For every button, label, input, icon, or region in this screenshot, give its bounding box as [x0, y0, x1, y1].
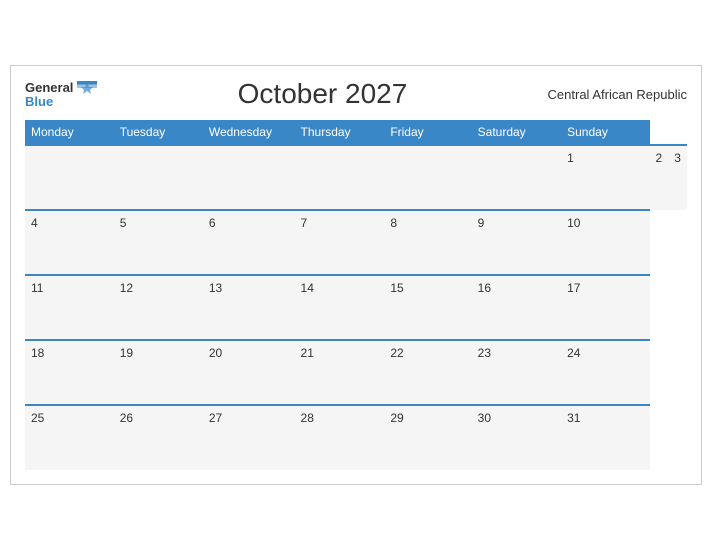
table-row: 6: [203, 210, 295, 275]
header-friday: Friday: [384, 120, 471, 145]
day-number: 24: [567, 346, 580, 360]
day-number: 10: [567, 216, 580, 230]
day-number: 19: [120, 346, 133, 360]
table-row: 31: [561, 405, 649, 470]
day-number: 8: [390, 216, 397, 230]
day-number: 13: [209, 281, 222, 295]
table-row: [114, 145, 203, 210]
header-saturday: Saturday: [472, 120, 561, 145]
table-row: 26: [114, 405, 203, 470]
day-number: 17: [567, 281, 580, 295]
header-thursday: Thursday: [295, 120, 385, 145]
logo-general-text: General: [25, 81, 73, 94]
day-number: 29: [390, 411, 403, 425]
calendar-container: General Blue October 2027 Central Africa…: [10, 65, 702, 485]
table-row: 16: [472, 275, 561, 340]
logo-flag-icon: [77, 81, 97, 95]
day-number: 18: [31, 346, 44, 360]
header-wednesday: Wednesday: [203, 120, 295, 145]
day-number: 23: [478, 346, 491, 360]
table-row: 24: [561, 340, 649, 405]
day-number: 20: [209, 346, 222, 360]
calendar-week-row: 11 12 13 14 15 16 17: [25, 275, 687, 340]
table-row: 4: [25, 210, 114, 275]
weekday-header-row: Monday Tuesday Wednesday Thursday Friday…: [25, 120, 687, 145]
calendar-title: October 2027: [238, 78, 408, 110]
day-number: 25: [31, 411, 44, 425]
day-number: 21: [301, 346, 314, 360]
table-row: 11: [25, 275, 114, 340]
day-number: 22: [390, 346, 403, 360]
table-row: 1: [561, 145, 649, 210]
table-row: 20: [203, 340, 295, 405]
table-row: [384, 145, 471, 210]
table-row: 8: [384, 210, 471, 275]
table-row: 2: [650, 145, 669, 210]
table-row: 12: [114, 275, 203, 340]
table-row: 21: [295, 340, 385, 405]
day-number: 30: [478, 411, 491, 425]
day-number: 27: [209, 411, 222, 425]
day-number: 16: [478, 281, 491, 295]
table-row: 7: [295, 210, 385, 275]
table-row: 15: [384, 275, 471, 340]
calendar-week-row: 4 5 6 7 8 9 10: [25, 210, 687, 275]
table-row: 18: [25, 340, 114, 405]
day-number: 31: [567, 411, 580, 425]
table-row: 10: [561, 210, 649, 275]
table-row: 27: [203, 405, 295, 470]
table-row: 13: [203, 275, 295, 340]
calendar-header: General Blue October 2027 Central Africa…: [25, 78, 687, 110]
header-monday: Monday: [25, 120, 114, 145]
table-row: [295, 145, 385, 210]
day-number: 1: [567, 151, 574, 165]
logo: General Blue: [25, 81, 97, 108]
logo-blue-text: Blue: [25, 95, 97, 108]
day-number: 12: [120, 281, 133, 295]
table-row: 28: [295, 405, 385, 470]
day-number: 6: [209, 216, 216, 230]
table-row: [203, 145, 295, 210]
table-row: 5: [114, 210, 203, 275]
table-row: 22: [384, 340, 471, 405]
table-row: 19: [114, 340, 203, 405]
table-row: 17: [561, 275, 649, 340]
table-row: 14: [295, 275, 385, 340]
table-row: 25: [25, 405, 114, 470]
header-tuesday: Tuesday: [114, 120, 203, 145]
calendar-week-row: 25 26 27 28 29 30 31: [25, 405, 687, 470]
day-number: 9: [478, 216, 485, 230]
day-number: 26: [120, 411, 133, 425]
day-number: 2: [656, 151, 663, 165]
table-row: [472, 145, 561, 210]
day-number: 5: [120, 216, 127, 230]
calendar-week-row: 1 23: [25, 145, 687, 210]
day-number: 4: [31, 216, 38, 230]
table-row: [25, 145, 114, 210]
day-number: 7: [301, 216, 308, 230]
day-number: 14: [301, 281, 314, 295]
day-number: 11: [31, 281, 43, 295]
day-number: 28: [301, 411, 314, 425]
table-row: 23: [472, 340, 561, 405]
table-row: 29: [384, 405, 471, 470]
table-row: 30: [472, 405, 561, 470]
table-row: 9: [472, 210, 561, 275]
table-row: 3: [668, 145, 687, 210]
calendar-country: Central African Republic: [548, 87, 687, 102]
header-sunday: Sunday: [561, 120, 649, 145]
calendar-table: Monday Tuesday Wednesday Thursday Friday…: [25, 120, 687, 470]
day-number: 3: [674, 151, 681, 165]
day-number: 15: [390, 281, 403, 295]
calendar-week-row: 18 19 20 21 22 23 24: [25, 340, 687, 405]
